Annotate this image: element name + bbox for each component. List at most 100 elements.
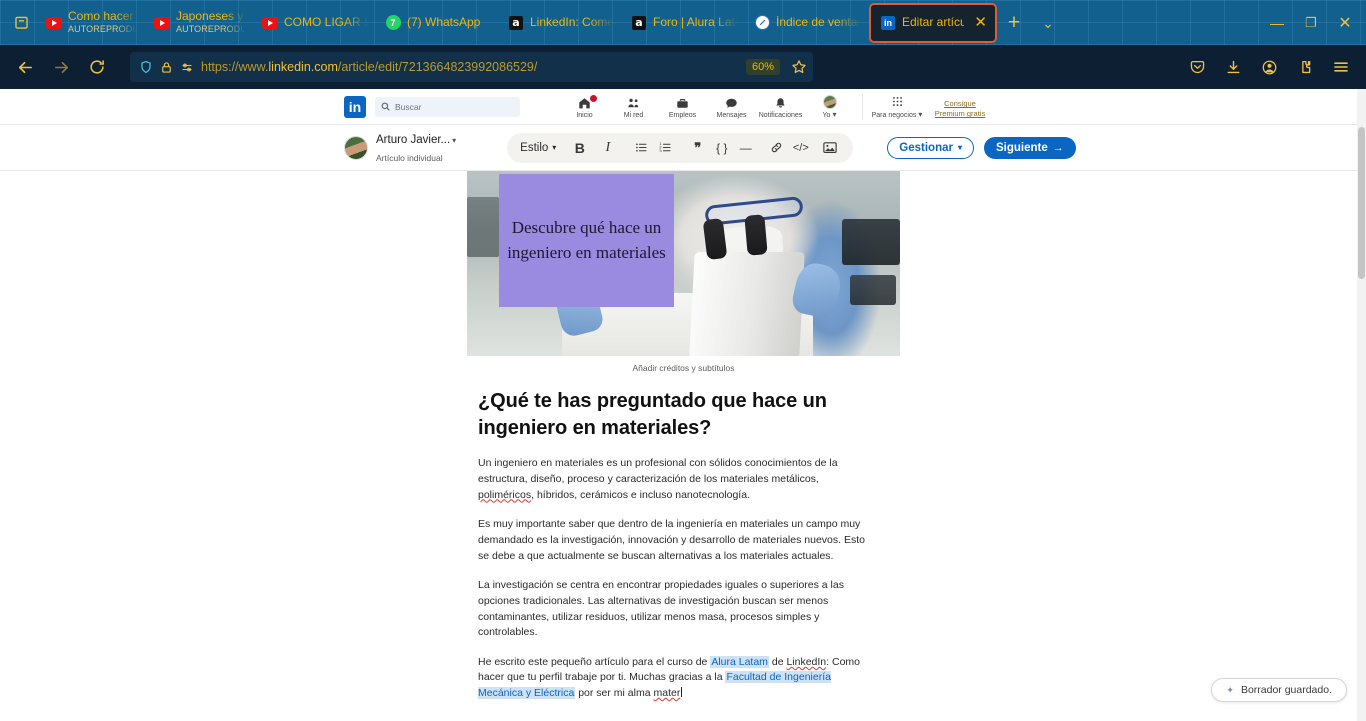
- article-editor-toolbar: Arturo Javier... ▾ Artículo individual Es…: [0, 125, 1366, 171]
- bold-button[interactable]: B: [569, 137, 590, 158]
- nav-item-inicio[interactable]: Inicio: [560, 93, 609, 120]
- nav-divider: [862, 93, 863, 120]
- article-paragraph[interactable]: Es muy importante saber que dentro de la…: [478, 517, 873, 564]
- search-icon: [381, 102, 390, 111]
- article-title[interactable]: ¿Qué te has preguntado que hace un ingen…: [478, 388, 890, 442]
- linkedin-icon: in: [880, 15, 896, 31]
- image-icon[interactable]: [819, 137, 840, 158]
- italic-button[interactable]: I: [597, 137, 618, 158]
- minimize-window-icon[interactable]: —: [1260, 6, 1294, 40]
- article-cover-image[interactable]: Descubre qué hace un ingeniero en materi…: [467, 171, 900, 356]
- close-tab-icon[interactable]: ✕: [974, 15, 987, 30]
- navigation-toolbar: https://www.linkedin.com/article/edit/72…: [0, 45, 1366, 89]
- spellcheck-word[interactable]: mater: [653, 687, 680, 699]
- forward-button[interactable]: [44, 50, 78, 84]
- scrollbar-thumb[interactable]: [1358, 127, 1365, 279]
- link-icon[interactable]: [766, 137, 787, 158]
- paragraph-text: , híbridos, cerámicos e incluso nanotecn…: [531, 488, 750, 501]
- article-paragraph[interactable]: He escrito este pequeño artículo para el…: [478, 655, 873, 702]
- tab-title: LinkedIn: Como: [530, 15, 615, 29]
- article-scroll-area[interactable]: Descubre qué hace un ingeniero en materi…: [0, 171, 1366, 721]
- bookmark-star-icon[interactable]: [791, 59, 807, 75]
- browser-tab[interactable]: Japoneses y sus F AUTOREPRODUCCIÓN: [146, 4, 254, 41]
- bulleted-list-icon[interactable]: [631, 137, 652, 158]
- tab-title: Índice de ventas: [776, 15, 861, 29]
- close-window-icon[interactable]: ✕: [1328, 6, 1362, 40]
- zoom-level-badge[interactable]: 60%: [745, 59, 780, 75]
- shield-icon[interactable]: [139, 60, 153, 74]
- reload-button[interactable]: [80, 50, 114, 84]
- list-all-tabs-icon[interactable]: [4, 6, 38, 40]
- back-button[interactable]: [8, 50, 42, 84]
- tab-title: COMO LIGAR SIE: [284, 15, 369, 29]
- paragraph-text: de: [768, 655, 787, 668]
- browser-tab[interactable]: COMO LIGAR SIE: [254, 4, 377, 41]
- browser-tab[interactable]: Índice de ventas: [746, 4, 869, 41]
- notification-badge: [589, 93, 598, 103]
- browser-tab[interactable]: 7 (7) WhatsApp: [377, 4, 500, 41]
- url-text[interactable]: https://www.linkedin.com/article/edit/72…: [201, 60, 739, 74]
- nav-item-mensajes[interactable]: Mensajes: [707, 97, 756, 120]
- cover-photo-detail: [689, 252, 805, 356]
- linkedin-nav-items: Inicio Mi red Empleos Mensajes Notificac…: [560, 93, 991, 120]
- page-scrollbar[interactable]: [1357, 89, 1366, 721]
- pocket-icon[interactable]: [1180, 50, 1214, 84]
- restore-window-icon[interactable]: ❐: [1294, 6, 1328, 40]
- app-menu-icon[interactable]: [1324, 50, 1358, 84]
- paragraph-text: Un ingeniero en materiales es un profesi…: [478, 457, 838, 486]
- inline-link[interactable]: Alura Latam: [710, 655, 769, 668]
- nav-item-para-negocios[interactable]: Para negocios ▾: [869, 95, 925, 120]
- numbered-list-icon[interactable]: 1 2 3: [655, 137, 676, 158]
- cover-caption-input[interactable]: Añadir créditos y subtítulos: [467, 363, 900, 373]
- divider-button[interactable]: —: [735, 137, 756, 158]
- search-input[interactable]: Buscar: [375, 96, 520, 117]
- author-name: Arturo Javier... ▾: [376, 134, 456, 146]
- alura-icon: a: [631, 15, 647, 31]
- chevron-down-icon[interactable]: ▾: [452, 136, 456, 145]
- new-tab-icon[interactable]: +: [997, 6, 1031, 40]
- account-icon[interactable]: [1252, 50, 1286, 84]
- premium-upsell-link[interactable]: Consigue Premium gratis: [929, 99, 991, 119]
- text-caret: [680, 687, 682, 698]
- code-block-button[interactable]: { }: [711, 137, 732, 158]
- nav-item-mi-red[interactable]: Mi red: [609, 97, 658, 120]
- lock-icon[interactable]: [160, 61, 173, 74]
- youtube-icon: [46, 15, 62, 31]
- article-author[interactable]: Arturo Javier... ▾ Artículo individual: [344, 130, 456, 166]
- browser-tab-active[interactable]: in Editar artículo ✕: [869, 2, 997, 43]
- article-paragraph[interactable]: La investigación se centra en encontrar …: [478, 578, 873, 641]
- tab-strip: Como hacer tu p AUTOREPRODUCCIÓN Japones…: [0, 0, 1366, 45]
- nav-item-label: Yo ▾: [823, 110, 837, 119]
- whatsapp-icon: 7: [385, 15, 401, 31]
- paragraph-text: He escrito este pequeño artículo para el…: [478, 655, 711, 668]
- quote-button[interactable]: ❞: [687, 137, 708, 158]
- browser-tab[interactable]: a LinkedIn: Como: [500, 4, 623, 41]
- chevron-down-icon[interactable]: ⌄: [1031, 6, 1065, 40]
- tab-title: (7) WhatsApp: [407, 15, 481, 29]
- style-dropdown[interactable]: Estilo ▾: [520, 137, 558, 158]
- spellcheck-word[interactable]: LinkedIn: [786, 656, 826, 668]
- manage-button[interactable]: Gestionar ▾: [887, 136, 974, 159]
- browser-tab[interactable]: Como hacer tu p AUTOREPRODUCCIÓN: [38, 4, 146, 41]
- article-paragraph[interactable]: Un ingeniero en materiales es un profesi…: [478, 456, 873, 503]
- cover-overlay-text: Descubre qué hace un ingeniero en materi…: [499, 174, 674, 307]
- extensions-icon[interactable]: [1288, 50, 1322, 84]
- browser-tab[interactable]: a Foro | Alura Latam: [623, 4, 746, 41]
- youtube-icon: [154, 15, 170, 31]
- linkedin-logo-icon[interactable]: in: [344, 95, 366, 118]
- browser-chrome: Como hacer tu p AUTOREPRODUCCIÓN Japones…: [0, 0, 1366, 89]
- spellcheck-word[interactable]: poliméricos: [478, 489, 531, 501]
- nav-item-label: Notificaciones: [758, 111, 803, 119]
- nav-item-notificaciones[interactable]: Notificaciones: [756, 97, 805, 120]
- downloads-icon[interactable]: [1216, 50, 1250, 84]
- next-button-label: Siguiente: [996, 141, 1048, 154]
- paragraph-text: La investigación se centra en encontrar …: [478, 579, 844, 639]
- url-bar[interactable]: https://www.linkedin.com/article/edit/72…: [130, 52, 813, 82]
- article-content[interactable]: Descubre qué hace un ingeniero en materi…: [467, 171, 900, 702]
- next-button[interactable]: Siguiente →: [984, 136, 1076, 159]
- nav-item-empleos[interactable]: Empleos: [658, 97, 707, 120]
- permissions-icon[interactable]: [180, 61, 194, 74]
- compass-icon: [754, 15, 770, 31]
- nav-item-yo[interactable]: Yo ▾: [805, 94, 854, 120]
- embed-button[interactable]: </>: [790, 137, 811, 158]
